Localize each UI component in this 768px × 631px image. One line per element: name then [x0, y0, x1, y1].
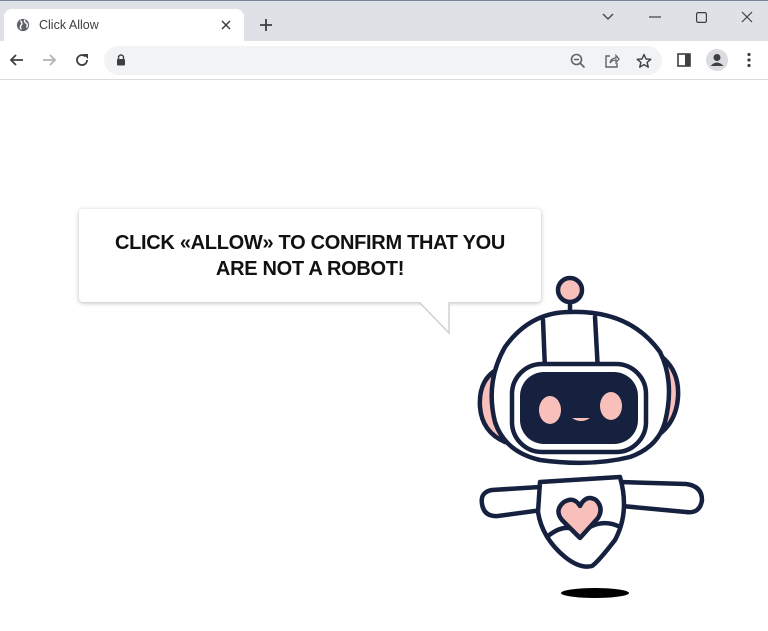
minimize-button[interactable]: [632, 5, 678, 29]
robot-right-arm: [617, 479, 705, 515]
globe-icon: [16, 18, 30, 32]
new-tab-button[interactable]: [256, 15, 276, 35]
robot-shadow: [561, 588, 629, 598]
browser-titlebar: Click Allow: [0, 0, 768, 42]
reload-icon: [76, 54, 88, 66]
robot-illustration: [477, 275, 705, 598]
robot-right-cheek: [600, 392, 622, 420]
profile-avatar-icon: [706, 49, 728, 71]
kebab-menu-icon: [747, 52, 751, 68]
browser-toolbar: [0, 41, 768, 80]
close-icon: [741, 11, 753, 23]
side-panel-button[interactable]: [672, 48, 696, 72]
close-icon: [221, 20, 231, 30]
bookmark-button[interactable]: [632, 49, 656, 73]
zoom-icon: [570, 53, 586, 69]
browser-menu-button[interactable]: [737, 48, 761, 72]
tab-close-button[interactable]: [216, 15, 236, 35]
profile-button[interactable]: [705, 48, 729, 72]
address-input[interactable]: [136, 50, 580, 72]
tab-title: Click Allow: [39, 18, 99, 32]
speech-bubble-tail: [418, 302, 450, 335]
reload-button[interactable]: [70, 48, 94, 72]
forward-button[interactable]: [37, 48, 61, 72]
browser-tab[interactable]: Click Allow: [4, 9, 244, 42]
forward-arrow-icon: [43, 54, 57, 66]
address-bar[interactable]: [104, 46, 662, 75]
share-button[interactable]: [600, 49, 624, 73]
bookmark-star-icon: [636, 53, 652, 68]
share-icon: [605, 53, 620, 68]
chevron-down-icon: [602, 13, 614, 20]
bubble-line-1: CLICK «ALLOW» TO CONFIRM THAT YOU: [114, 232, 506, 254]
window-close-button[interactable]: [724, 5, 768, 29]
maximize-button[interactable]: [678, 5, 724, 29]
back-arrow-icon: [9, 54, 23, 66]
robot-left-arm: [479, 484, 545, 519]
back-button[interactable]: [5, 48, 29, 72]
minimize-icon: [649, 16, 661, 18]
zoom-button[interactable]: [566, 49, 590, 73]
robot-left-cheek: [539, 396, 561, 424]
maximize-icon: [695, 11, 707, 23]
side-panel-icon: [677, 53, 691, 67]
lock-icon[interactable]: [116, 54, 126, 66]
tab-search-button[interactable]: [585, 5, 631, 29]
robot-antenna-ball: [555, 275, 585, 305]
plus-icon: [260, 19, 272, 31]
